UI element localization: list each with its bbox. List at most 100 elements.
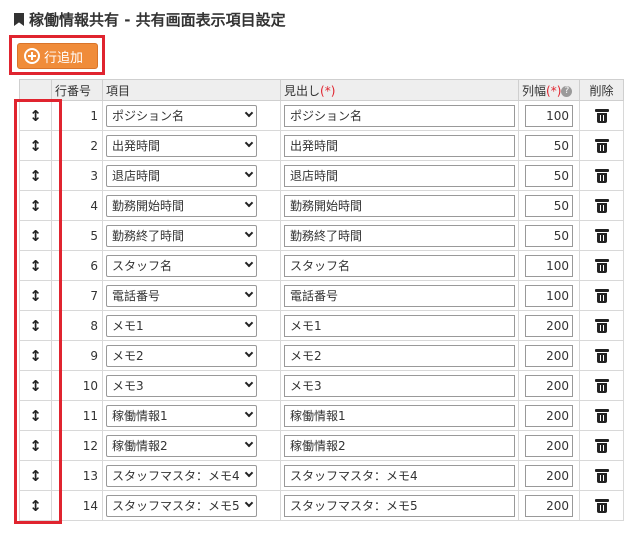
width-input[interactable]: 100 — [525, 284, 573, 307]
drag-handle-cell[interactable]: ↕ — [19, 400, 52, 431]
item-cell: 稼働情報1 — [102, 400, 281, 431]
heading-cell: 稼働情報2 — [280, 430, 519, 461]
item-select[interactable]: スタッフマスタ：メモ4 — [106, 464, 257, 487]
delete-cell — [579, 340, 624, 371]
drag-handle-cell[interactable]: ↕ — [19, 430, 52, 461]
help-icon[interactable]: ? — [561, 85, 573, 97]
drag-handle-cell[interactable]: ↕ — [19, 310, 52, 341]
width-input[interactable]: 100 — [525, 254, 573, 277]
required-mark: (*) — [546, 83, 562, 98]
heading-input[interactable]: メモ1 — [284, 314, 515, 337]
drag-handle-icon[interactable]: ↕ — [29, 167, 42, 185]
drag-handle-icon[interactable]: ↕ — [29, 287, 42, 305]
item-select[interactable]: 電話番号 — [106, 284, 257, 307]
heading-input[interactable]: スタッフマスタ：メモ5 — [284, 494, 515, 517]
heading-input[interactable]: 出発時間 — [284, 134, 515, 157]
trash-icon[interactable] — [594, 138, 609, 153]
width-input[interactable]: 200 — [525, 314, 573, 337]
width-input[interactable]: 50 — [525, 164, 573, 187]
width-input[interactable]: 200 — [525, 344, 573, 367]
drag-handle-cell[interactable]: ↕ — [19, 280, 52, 311]
trash-icon[interactable] — [594, 378, 609, 393]
trash-icon[interactable] — [594, 408, 609, 423]
trash-icon[interactable] — [594, 168, 609, 183]
item-select[interactable]: 勤務終了時間 — [106, 224, 257, 247]
drag-handle-cell[interactable]: ↕ — [19, 460, 52, 491]
drag-handle-cell[interactable]: ↕ — [19, 490, 52, 521]
width-cell: 100 — [518, 280, 580, 311]
item-select[interactable]: スタッフ名 — [106, 254, 257, 277]
item-select[interactable]: メモ2 — [106, 344, 257, 367]
width-input[interactable]: 50 — [525, 194, 573, 217]
drag-handle-cell[interactable]: ↕ — [19, 220, 52, 251]
width-input[interactable]: 100 — [525, 104, 573, 127]
trash-icon[interactable] — [594, 258, 609, 273]
drag-handle-cell[interactable]: ↕ — [19, 370, 52, 401]
width-input[interactable]: 200 — [525, 404, 573, 427]
drag-handle-icon[interactable]: ↕ — [29, 107, 42, 125]
item-select[interactable]: ポジション名 — [106, 104, 257, 127]
heading-input[interactable]: ポジション名 — [284, 104, 515, 127]
width-input[interactable]: 50 — [525, 224, 573, 247]
table-row: ↕ 13 スタッフマスタ：メモ4 スタッフマスタ：メモ4 200 — [19, 460, 624, 491]
row-number: 12 — [51, 430, 103, 461]
item-select[interactable]: メモ3 — [106, 374, 257, 397]
item-select[interactable]: 稼働情報2 — [106, 434, 257, 457]
width-input[interactable]: 200 — [525, 434, 573, 457]
required-mark: (*) — [320, 83, 336, 98]
heading-input[interactable]: 稼働情報1 — [284, 404, 515, 427]
item-select-value: 電話番号 — [112, 288, 161, 303]
item-select[interactable]: スタッフマスタ：メモ5 — [106, 494, 257, 517]
heading-input[interactable]: メモ2 — [284, 344, 515, 367]
heading-input[interactable]: 勤務終了時間 — [284, 224, 515, 247]
width-cell: 50 — [518, 220, 580, 251]
drag-handle-cell[interactable]: ↕ — [19, 340, 52, 371]
drag-handle-cell[interactable]: ↕ — [19, 100, 52, 131]
drag-handle-icon[interactable]: ↕ — [29, 317, 42, 335]
item-select[interactable]: 退店時間 — [106, 164, 257, 187]
item-select[interactable]: メモ1 — [106, 314, 257, 337]
width-input[interactable]: 200 — [525, 494, 573, 517]
trash-icon[interactable] — [594, 288, 609, 303]
heading-input[interactable]: 勤務開始時間 — [284, 194, 515, 217]
heading-input[interactable]: スタッフマスタ：メモ4 — [284, 464, 515, 487]
trash-icon[interactable] — [594, 198, 609, 213]
drag-handle-cell[interactable]: ↕ — [19, 130, 52, 161]
drag-handle-icon[interactable]: ↕ — [29, 347, 42, 365]
drag-handle-cell[interactable]: ↕ — [19, 250, 52, 281]
chevron-down-icon — [244, 258, 254, 267]
heading-input[interactable]: スタッフ名 — [284, 254, 515, 277]
drag-handle-icon[interactable]: ↕ — [29, 407, 42, 425]
delete-cell — [579, 100, 624, 131]
trash-icon[interactable] — [594, 108, 609, 123]
drag-handle-icon[interactable]: ↕ — [29, 137, 42, 155]
drag-handle-icon[interactable]: ↕ — [29, 197, 42, 215]
width-input[interactable]: 200 — [525, 464, 573, 487]
heading-input[interactable]: 稼働情報2 — [284, 434, 515, 457]
drag-handle-cell[interactable]: ↕ — [19, 160, 52, 191]
heading-input[interactable]: 退店時間 — [284, 164, 515, 187]
drag-handle-icon[interactable]: ↕ — [29, 497, 42, 515]
trash-icon[interactable] — [594, 438, 609, 453]
add-row-button[interactable]: 行追加 — [17, 43, 98, 69]
heading-input[interactable]: 電話番号 — [284, 284, 515, 307]
item-select[interactable]: 出発時間 — [106, 134, 257, 157]
trash-icon[interactable] — [594, 498, 609, 513]
drag-handle-icon[interactable]: ↕ — [29, 257, 42, 275]
drag-handle-icon[interactable]: ↕ — [29, 227, 42, 245]
trash-icon[interactable] — [594, 228, 609, 243]
heading-cell: 退店時間 — [280, 160, 519, 191]
trash-icon[interactable] — [594, 348, 609, 363]
width-input[interactable]: 200 — [525, 374, 573, 397]
drag-handle-cell[interactable]: ↕ — [19, 190, 52, 221]
trash-icon[interactable] — [594, 318, 609, 333]
drag-handle-icon[interactable]: ↕ — [29, 437, 42, 455]
drag-handle-icon[interactable]: ↕ — [29, 377, 42, 395]
heading-input[interactable]: メモ3 — [284, 374, 515, 397]
trash-icon[interactable] — [594, 468, 609, 483]
width-input[interactable]: 50 — [525, 134, 573, 157]
item-select[interactable]: 稼働情報1 — [106, 404, 257, 427]
item-select[interactable]: 勤務開始時間 — [106, 194, 257, 217]
drag-handle-icon[interactable]: ↕ — [29, 467, 42, 485]
table-row: ↕ 1 ポジション名 ポジション名 100 — [19, 100, 624, 131]
